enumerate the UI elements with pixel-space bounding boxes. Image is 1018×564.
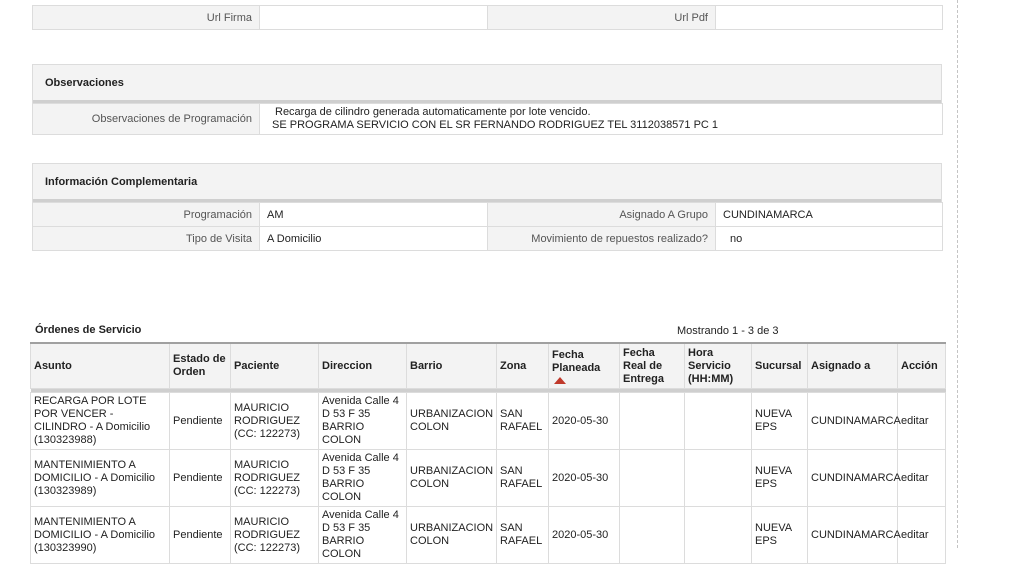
cell-fecha-real — [619, 449, 685, 507]
cell-sucursal: NUEVA EPS — [751, 392, 808, 450]
cell-direccion: Avenida Calle 4 D 53 F 35 BARRIO COLON — [318, 392, 407, 450]
editar-link[interactable]: editar — [901, 472, 929, 484]
cell-zona: SAN RAFAEL — [496, 392, 549, 450]
cell-estado: Pendiente — [169, 392, 231, 450]
ordenes-header-row: Asunto Estado de Orden Paciente Direccio… — [30, 343, 946, 389]
repuestos-value: no — [715, 226, 943, 251]
observaciones-line-2: SE PROGRAMA SERVICIO CON EL SR FERNANDO … — [272, 119, 719, 131]
cell-hora — [684, 506, 752, 564]
cell-paciente: MAURICIO RODRIGUEZ (CC: 122273) — [230, 449, 319, 507]
col-estado[interactable]: Estado de Orden — [169, 343, 231, 389]
cell-asignado: CUNDINAMARCA — [807, 449, 901, 507]
cell-accion: editar — [897, 506, 946, 564]
cell-hora — [684, 392, 752, 450]
table-row: MANTENIMIENTO A DOMICILIO - A Domicilio … — [30, 449, 946, 507]
sort-ascending-icon[interactable] — [554, 376, 566, 384]
cell-fecha-planeada: 2020-05-30 — [548, 506, 620, 564]
cell-fecha-planeada: 2020-05-30 — [548, 392, 620, 450]
table-row: MANTENIMIENTO A DOMICILIO - A Domicilio … — [30, 506, 946, 564]
url-pdf-value — [715, 5, 943, 30]
observaciones-table: Observaciones de Programación Recarga de… — [32, 103, 943, 135]
programacion-label: Programación — [32, 202, 260, 227]
info-complementaria-title: Información Complementaria — [32, 163, 942, 199]
cell-estado: Pendiente — [169, 449, 231, 507]
col-fecha-planeada[interactable]: Fecha Planeada — [548, 343, 620, 389]
cell-asunto: MANTENIMIENTO A DOMICILIO - A Domicilio … — [30, 506, 170, 564]
cell-zona: SAN RAFAEL — [496, 449, 549, 507]
col-paciente[interactable]: Paciente — [230, 343, 319, 389]
editar-link[interactable]: editar — [901, 415, 929, 427]
url-firma-label: Url Firma — [32, 5, 260, 30]
url-pdf-label: Url Pdf — [487, 5, 716, 30]
asignado-grupo-label: Asignado A Grupo — [487, 202, 716, 227]
ordenes-table: Asunto Estado de Orden Paciente Direccio… — [30, 342, 946, 564]
cell-fecha-planeada: 2020-05-30 — [548, 449, 620, 507]
cell-paciente: MAURICIO RODRIGUEZ (CC: 122273) — [230, 506, 319, 564]
repuestos-label: Movimiento de repuestos realizado? — [487, 226, 716, 251]
cell-accion: editar — [897, 449, 946, 507]
cell-barrio: URBANIZACION COLON — [406, 392, 497, 450]
table-row: RECARGA POR LOTE POR VENCER - CILINDRO -… — [30, 392, 946, 450]
info-row-tipo-visita: Tipo de Visita A Domicilio Movimiento de… — [32, 226, 943, 251]
observaciones-panel: Observaciones Observaciones de Programac… — [32, 64, 943, 135]
observaciones-row: Observaciones de Programación Recarga de… — [32, 103, 943, 135]
tipo-visita-label: Tipo de Visita — [32, 226, 260, 251]
tipo-visita-value: A Domicilio — [259, 226, 488, 251]
editar-link[interactable]: editar — [901, 529, 929, 541]
cell-barrio: URBANIZACION COLON — [406, 506, 497, 564]
cell-sucursal: NUEVA EPS — [751, 449, 808, 507]
url-fields-row: Url Firma Url Pdf — [32, 5, 943, 30]
col-hora[interactable]: Hora Servicio (HH:MM) — [684, 343, 752, 389]
observaciones-label: Observaciones de Programación — [32, 103, 260, 135]
cell-paciente: MAURICIO RODRIGUEZ (CC: 122273) — [230, 392, 319, 450]
cell-estado: Pendiente — [169, 506, 231, 564]
cell-sucursal: NUEVA EPS — [751, 506, 808, 564]
col-fecha-planeada-label: Fecha Planeada — [552, 348, 601, 374]
cell-direccion: Avenida Calle 4 D 53 F 35 BARRIO COLON — [318, 506, 407, 564]
cell-fecha-real — [619, 392, 685, 450]
cell-asunto: MANTENIMIENTO A DOMICILIO - A Domicilio … — [30, 449, 170, 507]
ordenes-count: Mostrando 1 - 3 de 3 — [677, 325, 779, 337]
info-complementaria-panel: Información Complementaria Programación … — [32, 163, 943, 251]
cell-zona: SAN RAFAEL — [496, 506, 549, 564]
programacion-value: AM — [259, 202, 488, 227]
observaciones-line-1: Recarga de cilindro generada automaticam… — [275, 106, 591, 118]
observaciones-title: Observaciones — [32, 64, 942, 100]
col-direccion[interactable]: Direccion — [318, 343, 407, 389]
col-asignado[interactable]: Asignado a — [807, 343, 898, 389]
url-fields-panel: Url Firma Url Pdf — [32, 5, 943, 30]
cell-direccion: Avenida Calle 4 D 53 F 35 BARRIO COLON — [318, 449, 407, 507]
cell-hora — [684, 449, 752, 507]
cell-asignado: CUNDINAMARCA — [807, 392, 901, 450]
cell-fecha-real — [619, 506, 685, 564]
page-edge-dashed-divider — [957, 0, 958, 548]
cell-asunto: RECARGA POR LOTE POR VENCER - CILINDRO -… — [30, 392, 170, 450]
col-barrio[interactable]: Barrio — [406, 343, 497, 389]
cell-barrio: URBANIZACION COLON — [406, 449, 497, 507]
ordenes-title: Órdenes de Servicio — [35, 324, 142, 336]
observaciones-value: Recarga de cilindro generada automaticam… — [259, 103, 943, 135]
url-fields-table: Url Firma Url Pdf — [32, 5, 943, 30]
cell-asignado: CUNDINAMARCA — [807, 506, 901, 564]
col-asunto[interactable]: Asunto — [30, 343, 170, 389]
info-row-programacion: Programación AM Asignado A Grupo CUNDINA… — [32, 202, 943, 227]
cell-accion: editar — [897, 392, 946, 450]
col-accion: Acción — [897, 343, 946, 389]
col-zona[interactable]: Zona — [496, 343, 549, 389]
info-complementaria-table: Programación AM Asignado A Grupo CUNDINA… — [32, 202, 943, 251]
col-sucursal[interactable]: Sucursal — [751, 343, 808, 389]
col-fecha-real[interactable]: Fecha Real de Entrega — [619, 343, 685, 389]
asignado-grupo-value: CUNDINAMARCA — [715, 202, 943, 227]
url-firma-value — [259, 5, 488, 30]
